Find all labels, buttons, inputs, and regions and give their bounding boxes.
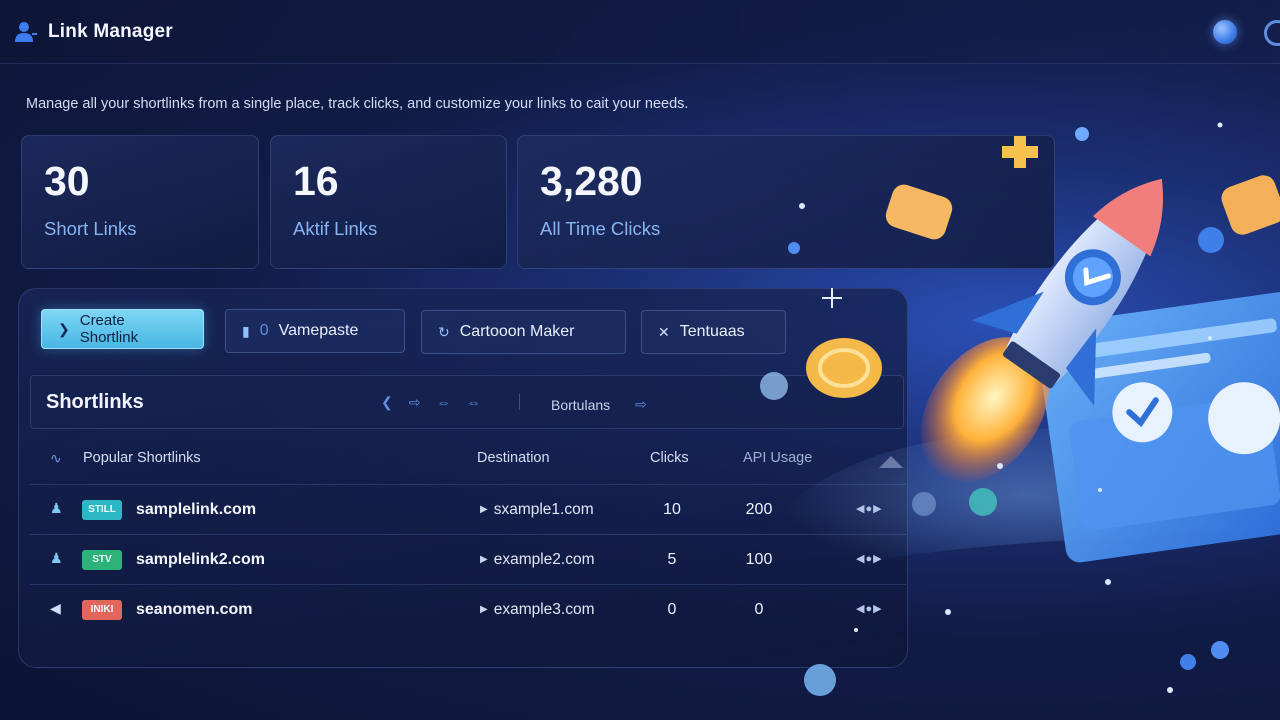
destination-cell: ▶ sxample1.com xyxy=(480,501,594,519)
more-options-icon[interactable]: ◀●▶ xyxy=(856,602,883,615)
api-usage-cell: 100 xyxy=(745,551,773,568)
clicks-cell: 10 xyxy=(663,501,681,518)
shortlink-name[interactable]: seanomen.com xyxy=(136,601,252,619)
cartoon-maker-label: Cartooon Maker xyxy=(459,323,575,340)
shortlink-name[interactable]: samplelink.com xyxy=(136,501,256,519)
brand[interactable]: Link Manager xyxy=(14,20,173,44)
column-filter-label[interactable]: Bortulans xyxy=(551,397,610,413)
destination-url[interactable]: sxample1.com xyxy=(494,501,594,518)
stat-value: 3,280 xyxy=(540,158,643,204)
app-title: Link Manager xyxy=(48,21,173,42)
vamepaste-count: 0 xyxy=(259,322,269,339)
destination-cell: ▶ example2.com xyxy=(480,551,595,569)
shortlinks-title: Shortlinks xyxy=(46,391,144,413)
refresh-icon: ↻ xyxy=(438,323,450,340)
header-destination[interactable]: Destination xyxy=(477,450,550,466)
stat-label: All Time Clicks xyxy=(540,218,661,239)
sort-up-icon[interactable] xyxy=(879,456,903,468)
shortlinks-nav: ❮ ⇨ ⇔ ⇔ xyxy=(381,394,480,411)
top-bar: Link Manager xyxy=(0,0,1280,64)
destination-url[interactable]: example2.com xyxy=(494,551,595,568)
bookmark-icon: ▮ xyxy=(242,322,250,339)
close-icon: ✕ xyxy=(658,323,670,340)
chevron-down-icon: ❯ xyxy=(58,320,70,337)
destination-cell: ▶ example3.com xyxy=(480,601,595,619)
play-icon: ▶ xyxy=(480,504,488,515)
notification-icon[interactable] xyxy=(1213,20,1237,44)
stat-card-short-links: 30 Short Links xyxy=(21,135,259,269)
clicks-cell: 5 xyxy=(667,551,677,568)
swap-icon[interactable]: ⇔ xyxy=(466,394,480,411)
api-usage-cell: 0 xyxy=(754,601,764,618)
more-options-icon[interactable]: ◀●▶ xyxy=(856,552,883,565)
clicks-cell: 0 xyxy=(667,601,677,618)
stat-label: Short Links xyxy=(44,218,137,239)
arrow-left-icon: ◀ xyxy=(50,600,61,616)
table-row[interactable]: ◀ INIKI seanomen.com ▶ example3.com 0 0 ◀… xyxy=(30,584,906,634)
table-row[interactable]: ♟ STV samplelink2.com ▶ example2.com 5 10… xyxy=(30,534,906,584)
play-icon: ▶ xyxy=(480,554,488,565)
more-options-icon[interactable]: ◀●▶ xyxy=(856,502,883,515)
user-icon xyxy=(15,22,37,42)
play-icon: ▶ xyxy=(480,604,488,615)
header-popular-shortlinks[interactable]: Popular Shortlinks xyxy=(83,450,201,466)
user-icon: ♟ xyxy=(50,500,63,516)
cartoon-maker-button[interactable]: ↻ Cartooon Maker xyxy=(421,310,626,354)
create-shortlink-label: Create Shortlink xyxy=(79,312,139,346)
create-shortlink-button[interactable]: ❯ Create Shortlink xyxy=(41,309,204,349)
stat-value: 30 xyxy=(44,158,90,204)
swap-icon[interactable]: ⇔ xyxy=(436,394,450,411)
stat-card-active-links: 16 Aktif Links xyxy=(270,135,507,269)
tentuaas-button[interactable]: ✕ Tentuaas xyxy=(641,310,786,354)
page-subtitle: Manage all your shortlinks from a single… xyxy=(26,96,689,112)
profile-icon[interactable] xyxy=(1264,20,1280,46)
vamepaste-button[interactable]: ▮ 0 Vamepaste xyxy=(225,309,405,353)
destination-url[interactable]: example3.com xyxy=(494,601,595,618)
header-api-usage[interactable]: API Usage xyxy=(743,450,812,466)
table-row[interactable]: ♟ STILL samplelink.com ▶ sxample1.com 10 … xyxy=(30,484,906,534)
user-icon: ♟ xyxy=(50,550,63,566)
forward-icon[interactable]: ⇨ xyxy=(635,396,647,413)
status-badge: INIKI xyxy=(82,600,122,620)
stat-label: Aktif Links xyxy=(293,218,378,239)
stat-value: 16 xyxy=(293,158,339,204)
shortlinks-header: Shortlinks ❮ ⇨ ⇔ ⇔ Bortulans ⇨ xyxy=(30,375,904,429)
divider xyxy=(519,394,520,410)
status-badge: STILL xyxy=(82,500,122,520)
forward-icon[interactable]: ⇨ xyxy=(409,394,421,411)
vamepaste-label: Vamepaste xyxy=(278,322,359,339)
tentuaas-label: Tentuaas xyxy=(679,323,745,340)
shortlink-name[interactable]: samplelink2.com xyxy=(136,551,265,569)
header-clicks[interactable]: Clicks xyxy=(650,450,689,466)
status-badge: STV xyxy=(82,550,122,570)
stat-card-all-time-clicks: 3,280 All Time Clicks xyxy=(517,135,1055,269)
api-usage-cell: 200 xyxy=(745,501,773,518)
chevron-left-icon[interactable]: ❮ xyxy=(381,394,393,411)
link-icon: ∿ xyxy=(50,450,62,466)
